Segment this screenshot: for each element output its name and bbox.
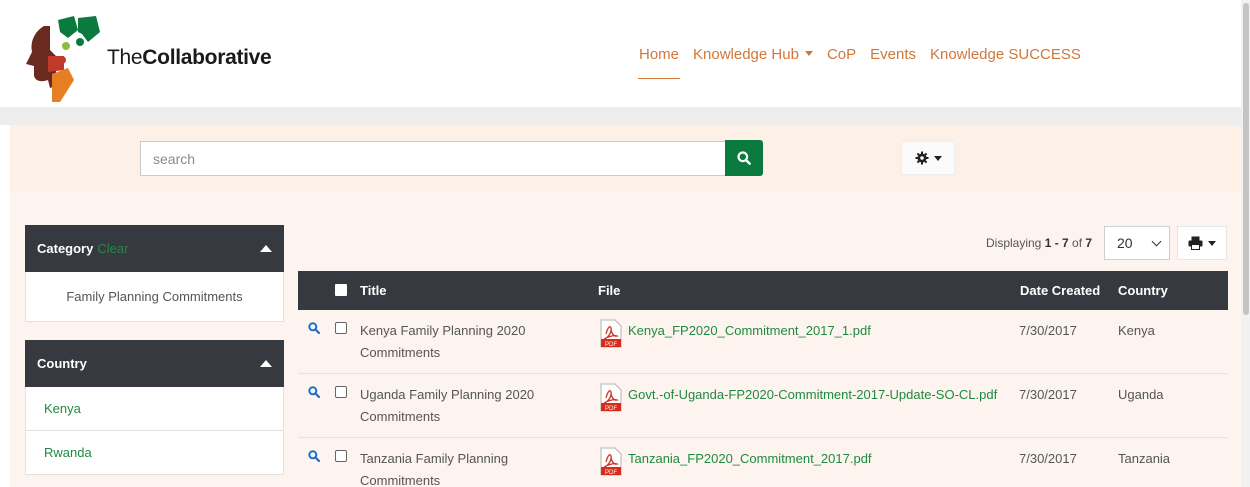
category-clear-link[interactable]: Clear — [97, 241, 128, 256]
brand-wordmark[interactable]: TheCollaborative — [107, 46, 272, 70]
row-country: Tanzania — [1118, 451, 1171, 466]
brand-name: Collaborative — [142, 46, 272, 69]
row-file-link[interactable]: Govt.-of-Uganda-FP2020-Commitment-2017-U… — [628, 384, 997, 406]
column-country[interactable]: Country — [1118, 283, 1168, 298]
magnifier-icon[interactable] — [308, 450, 320, 462]
print-icon — [1188, 236, 1203, 250]
site-header: TheCollaborative Home Knowledge Hub CoP … — [0, 0, 1241, 107]
collaborative-logo-icon[interactable] — [22, 12, 104, 104]
row-checkbox[interactable] — [335, 450, 347, 462]
row-date: 7/30/2017 — [1019, 323, 1077, 338]
svg-text:PDF: PDF — [605, 470, 617, 476]
caret-down-icon — [804, 51, 813, 56]
column-title[interactable]: Title — [360, 283, 387, 298]
row-date: 7/30/2017 — [1019, 451, 1077, 466]
results-total: 7 — [1085, 236, 1093, 250]
nav-home[interactable]: Home — [632, 40, 686, 79]
search-button[interactable] — [725, 140, 763, 176]
column-file[interactable]: File — [598, 283, 620, 298]
nav-knowledge-hub[interactable]: Knowledge Hub — [686, 40, 820, 69]
results-table-header: Title File Date Created Country — [298, 271, 1228, 310]
per-page-select[interactable]: 20 — [1104, 226, 1170, 260]
row-country: Uganda — [1118, 387, 1164, 402]
row-title: Kenya Family Planning 2020 Commitments — [360, 323, 526, 360]
nav-cop[interactable]: CoP — [820, 40, 863, 69]
pdf-icon[interactable]: PDF — [600, 319, 622, 348]
per-page-value: 20 — [1117, 235, 1133, 251]
svg-text:PDF: PDF — [605, 406, 617, 412]
caret-down-icon — [1208, 240, 1216, 246]
row-file-link[interactable]: Kenya_FP2020_Commitment_2017_1.pdf — [628, 320, 871, 342]
brand-prefix: The — [107, 46, 143, 69]
country-title: Country — [37, 356, 87, 371]
print-button[interactable] — [1177, 226, 1227, 260]
column-date-created[interactable]: Date Created — [1020, 283, 1100, 298]
category-panel-body: Family Planning Commitments — [25, 272, 284, 322]
row-title: Uganda Family Planning 2020 Commitments — [360, 387, 535, 424]
main-nav: Home Knowledge Hub CoP Events Knowledge … — [632, 40, 1088, 80]
country-item-kenya[interactable]: Kenya — [26, 387, 283, 431]
magnifier-icon[interactable] — [308, 322, 320, 334]
header-divider — [0, 107, 1241, 125]
results-count: Displaying 1 - 7 of 7 — [986, 236, 1093, 250]
search-icon — [737, 151, 751, 165]
page-scrollbar-thumb[interactable] — [1243, 3, 1249, 315]
table-row: Uganda Family Planning 2020 Commitments … — [298, 374, 1228, 438]
magnifier-icon[interactable] — [308, 386, 320, 398]
category-panel-header: Category Clear — [25, 225, 284, 272]
row-file-link[interactable]: Tanzania_FP2020_Commitment_2017.pdf — [628, 448, 872, 470]
row-checkbox[interactable] — [335, 386, 347, 398]
settings-button[interactable] — [901, 141, 955, 175]
row-date: 7/30/2017 — [1019, 387, 1077, 402]
chevron-down-icon — [1151, 236, 1162, 246]
svg-text:PDF: PDF — [605, 342, 617, 348]
table-row: Tanzania Family Planning Commitments PDF… — [298, 438, 1228, 487]
category-item-family-planning-commitments[interactable]: Family Planning Commitments — [26, 272, 283, 321]
results-range: 1 - 7 — [1044, 236, 1069, 250]
nav-events[interactable]: Events — [863, 40, 923, 69]
country-panel-body: Kenya Rwanda — [25, 387, 284, 475]
table-row: Kenya Family Planning 2020 Commitments P… — [298, 310, 1228, 374]
row-checkbox[interactable] — [335, 322, 347, 334]
category-title: Category — [37, 241, 94, 256]
collapse-up-icon[interactable] — [260, 360, 272, 367]
gear-icon — [915, 151, 928, 165]
country-item-rwanda[interactable]: Rwanda — [26, 431, 283, 475]
collapse-up-icon[interactable] — [260, 245, 272, 252]
caret-down-icon — [933, 155, 942, 161]
search-input[interactable] — [140, 141, 726, 176]
pdf-icon[interactable]: PDF — [600, 447, 622, 476]
country-panel-header: Country — [25, 340, 284, 387]
row-title: Tanzania Family Planning Commitments — [360, 451, 509, 487]
nav-knowledge-success[interactable]: Knowledge SUCCESS — [923, 40, 1088, 69]
row-country: Kenya — [1118, 323, 1155, 338]
pdf-icon[interactable]: PDF — [600, 383, 622, 412]
select-all-checkbox[interactable] — [335, 284, 347, 296]
